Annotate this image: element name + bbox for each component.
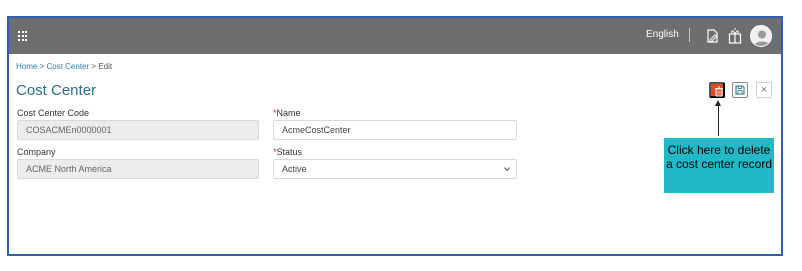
topbar-divider (689, 28, 690, 42)
company-label: Company (17, 147, 56, 157)
status-label-text: Status (276, 147, 303, 157)
annotation-callout: Click here to delete a cost center recor… (664, 138, 774, 193)
name-input[interactable]: AcmeCostCenter (273, 120, 517, 140)
breadcrumb: Home > Cost Center > Edit (16, 62, 112, 71)
language-selector[interactable]: English (646, 29, 679, 40)
user-avatar-icon[interactable] (750, 25, 772, 47)
top-bar: English (9, 18, 781, 54)
breadcrumb-separator: > (39, 62, 45, 71)
save-icon (735, 85, 745, 95)
cost-center-code-label: Cost Center Code (17, 108, 90, 118)
edit-document-icon[interactable] (705, 27, 721, 45)
name-label-text: Name (276, 108, 301, 118)
save-button[interactable] (732, 82, 748, 98)
notification-gift-icon[interactable] (727, 27, 743, 45)
delete-button[interactable] (709, 82, 725, 98)
status-label: *Status (273, 147, 302, 157)
breadcrumb-current: Edit (98, 62, 113, 71)
company-field: ACME North America (17, 159, 259, 179)
status-selected-value: Active (282, 164, 307, 174)
breadcrumb-cost-center[interactable]: Cost Center (46, 62, 89, 71)
breadcrumb-separator: > (91, 62, 97, 71)
app-window: English Home > Cost Center > Edit Cost C… (7, 16, 783, 256)
apps-grid-icon[interactable] (18, 31, 28, 41)
cost-center-code-field: COSACMEn0000001 (17, 120, 259, 140)
page-title: Cost Center (16, 82, 97, 99)
trash-icon (715, 86, 723, 97)
chevron-down-icon (504, 167, 510, 172)
breadcrumb-home[interactable]: Home (16, 62, 37, 71)
status-select[interactable]: Active (273, 159, 517, 179)
close-button[interactable]: × (756, 82, 772, 98)
annotation-arrow-line (718, 104, 719, 136)
name-label: *Name (273, 108, 301, 118)
